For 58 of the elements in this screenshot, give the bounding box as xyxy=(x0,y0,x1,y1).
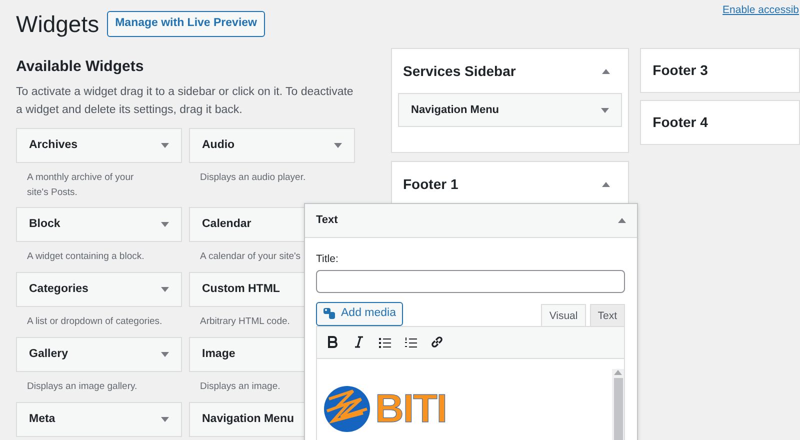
widget-description: A widget containing a block. xyxy=(27,250,144,264)
widget-name: Custom HTML xyxy=(202,282,280,297)
widget-item[interactable]: Block xyxy=(16,207,182,242)
widget-name: Block xyxy=(29,216,60,232)
widget-description: Displays an image gallery. xyxy=(27,380,138,394)
expand-arrow-icon[interactable] xyxy=(334,143,342,148)
editor-tab[interactable]: Text xyxy=(590,304,625,326)
collapse-arrow-icon[interactable] xyxy=(602,68,610,74)
widget-item[interactable]: Gallery xyxy=(16,337,182,372)
widget-description: Arbitrary HTML code. xyxy=(200,315,290,329)
widget-item[interactable]: Archives xyxy=(16,128,182,163)
section-heading: Available Widgets xyxy=(16,58,145,76)
expand-arrow-icon[interactable] xyxy=(161,417,169,422)
media-icon xyxy=(323,307,336,320)
live-preview-button[interactable]: Manage with Live Preview xyxy=(107,11,265,37)
widget-item[interactable]: Audio xyxy=(189,128,355,163)
widget-name: Gallery xyxy=(29,346,68,362)
collapse-arrow-icon[interactable] xyxy=(602,182,610,186)
link-icon[interactable] xyxy=(429,334,445,350)
widget-description: A list or dropdown of categories. xyxy=(27,315,162,329)
collapse-arrow-icon[interactable] xyxy=(618,218,626,223)
editor-tab[interactable]: Visual xyxy=(541,304,586,326)
expand-arrow-icon[interactable] xyxy=(161,287,169,292)
sidebar-widget[interactable]: Navigation Menu xyxy=(398,93,622,127)
accessibility-link[interactable]: Enable accessib xyxy=(722,3,799,19)
expand-arrow-icon[interactable] xyxy=(161,352,169,357)
expand-arrow-icon[interactable] xyxy=(161,143,169,148)
widget-name: Text xyxy=(316,213,338,228)
sidebar-title: Services Sidebar xyxy=(403,62,516,80)
widget-name: Calendar xyxy=(202,216,252,232)
page-title: Widgets xyxy=(16,12,100,36)
widget-name: Navigation Menu xyxy=(411,102,500,118)
widget-description: Displays an image. xyxy=(200,380,280,394)
widget-name: Image xyxy=(202,346,236,362)
sidebar-title: Footer 4 xyxy=(652,113,708,132)
field-label: Title: xyxy=(316,252,340,267)
add-media-button[interactable]: Add media xyxy=(316,302,403,326)
widget-name: Meta xyxy=(29,412,56,427)
widget-description: A monthly archive of your site's Posts. xyxy=(27,171,135,200)
expand-arrow-icon[interactable] xyxy=(600,108,609,112)
widget-description: Displays an audio player. xyxy=(200,171,307,185)
widget-item[interactable]: Meta xyxy=(16,402,182,437)
widget-name: Navigation Menu xyxy=(202,412,294,427)
widget-name: Audio xyxy=(202,138,235,153)
instructions-text: To activate a widget drag it to a sidebar or click on it. To deactivate a widget and delete its settings, drag it back. xyxy=(16,85,354,118)
expand-arrow-icon[interactable] xyxy=(161,222,169,227)
widget-item[interactable]: Categories xyxy=(16,272,182,307)
sidebar-title: Footer 3 xyxy=(652,61,708,80)
sidebar-title: Footer 1 xyxy=(403,174,458,194)
scrollbar[interactable] xyxy=(612,368,624,440)
widget-description: A calendar of your site's xyxy=(200,250,301,264)
logo-icon xyxy=(323,384,371,433)
text-widget-dialog[interactable]: Text Title: Add media Visual Text BITI xyxy=(304,203,638,440)
scroll-up-arrow-icon[interactable] xyxy=(614,368,622,375)
widget-name: Archives xyxy=(29,138,78,153)
widget-name: Categories xyxy=(29,282,88,297)
logo-text: BITI xyxy=(375,388,447,429)
title-field[interactable] xyxy=(316,270,625,293)
